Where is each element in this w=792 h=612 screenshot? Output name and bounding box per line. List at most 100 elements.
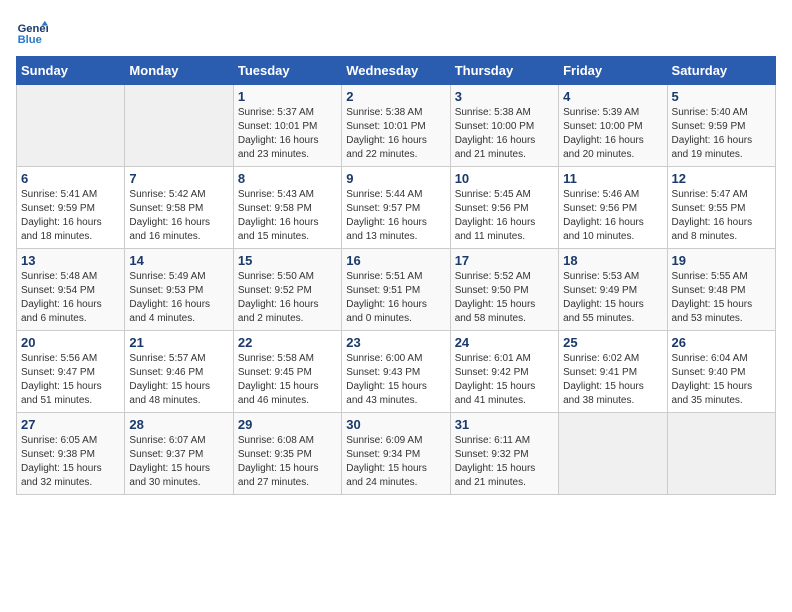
cell-info: Sunrise: 5:40 AM Sunset: 9:59 PM Dayligh…: [672, 106, 771, 162]
calendar-cell: 17Sunrise: 5:52 AM Sunset: 9:50 PM Dayli…: [450, 249, 558, 331]
calendar-cell: 15 Sunrise: 5:50 AM Sunset: 9:52 PM Dayli…: [233, 249, 341, 331]
calendar-cell: 18 Sunrise: 5:53 AM Sunset: 9:49 PM Dayli…: [559, 249, 667, 331]
day-number: 13: [21, 253, 120, 268]
calendar-cell: 1 Sunrise: 5:37 AM Sunset: 10:01 PM Dayli…: [233, 85, 341, 167]
calendar-cell: 19 Sunrise: 5:55 AM Sunset: 9:48 PM Dayli…: [667, 249, 775, 331]
cell-info: Sunrise: 6:09 AM Sunset: 9:34 PM Dayligh…: [346, 434, 445, 490]
calendar-week-1: 1 Sunrise: 5:37 AM Sunset: 10:01 PM Dayli…: [17, 85, 776, 167]
calendar-cell: 9 Sunrise: 5:44 AM Sunset: 9:57 PM Daylig…: [342, 167, 450, 249]
cell-info: Sunrise: 5:38 AM Sunset: 10:01 PM Daylig…: [346, 106, 445, 162]
calendar-week-2: 6 Sunrise: 5:41 AM Sunset: 9:59 PM Daylig…: [17, 167, 776, 249]
day-number: 12: [672, 171, 771, 186]
weekday-header-monday: Monday: [125, 57, 233, 85]
page-header: General Blue: [16, 16, 776, 48]
calendar-cell: 27 Sunrise: 6:05 AM Sunset: 9:38 PM Dayli…: [17, 413, 125, 495]
cell-info: Sunrise: 5:53 AM Sunset: 9:49 PM Dayligh…: [563, 270, 662, 326]
calendar-body: 1 Sunrise: 5:37 AM Sunset: 10:01 PM Dayli…: [17, 85, 776, 495]
cell-info: Sunrise: 5:58 AM Sunset: 9:45 PM Dayligh…: [238, 352, 337, 408]
day-number: 16: [346, 253, 445, 268]
cell-info: Sunrise: 5:42 AM Sunset: 9:58 PM Dayligh…: [129, 188, 228, 244]
calendar-table: SundayMondayTuesdayWednesdayThursdayFrid…: [16, 56, 776, 495]
cell-info: Sunrise: 5:48 AM Sunset: 9:54 PM Dayligh…: [21, 270, 120, 326]
day-number: 25: [563, 335, 662, 350]
day-number: 1: [238, 89, 337, 104]
calendar-cell: 25 Sunrise: 6:02 AM Sunset: 9:41 PM Dayli…: [559, 331, 667, 413]
day-number: 15: [238, 253, 337, 268]
day-number: 18: [563, 253, 662, 268]
calendar-week-5: 27 Sunrise: 6:05 AM Sunset: 9:38 PM Dayli…: [17, 413, 776, 495]
cell-info: Sunrise: 5:46 AM Sunset: 9:56 PM Dayligh…: [563, 188, 662, 244]
day-number: 4: [563, 89, 662, 104]
calendar-cell: 22Sunrise: 5:58 AM Sunset: 9:45 PM Dayli…: [233, 331, 341, 413]
calendar-cell: [667, 413, 775, 495]
calendar-cell: 8 Sunrise: 5:43 AM Sunset: 9:58 PM Daylig…: [233, 167, 341, 249]
cell-info: Sunrise: 6:00 AM Sunset: 9:43 PM Dayligh…: [346, 352, 445, 408]
calendar-cell: 2 Sunrise: 5:38 AM Sunset: 10:01 PM Dayli…: [342, 85, 450, 167]
calendar-cell: 13 Sunrise: 5:48 AM Sunset: 9:54 PM Dayli…: [17, 249, 125, 331]
weekday-header-tuesday: Tuesday: [233, 57, 341, 85]
calendar-cell: 4 Sunrise: 5:39 AM Sunset: 10:00 PM Dayli…: [559, 85, 667, 167]
day-number: 10: [455, 171, 554, 186]
cell-info: Sunrise: 5:51 AM Sunset: 9:51 PM Dayligh…: [346, 270, 445, 326]
day-number: 6: [21, 171, 120, 186]
day-number: 27: [21, 417, 120, 432]
cell-info: Sunrise: 5:56 AM Sunset: 9:47 PM Dayligh…: [21, 352, 120, 408]
calendar-cell: 28 Sunrise: 6:07 AM Sunset: 9:37 PM Dayli…: [125, 413, 233, 495]
weekday-header-wednesday: Wednesday: [342, 57, 450, 85]
day-number: 31: [455, 417, 554, 432]
cell-info: Sunrise: 6:07 AM Sunset: 9:37 PM Dayligh…: [129, 434, 228, 490]
day-number: 21: [129, 335, 228, 350]
cell-info: Sunrise: 6:11 AM Sunset: 9:32 PM Dayligh…: [455, 434, 554, 490]
calendar-cell: 14 Sunrise: 5:49 AM Sunset: 9:53 PM Dayli…: [125, 249, 233, 331]
cell-info: Sunrise: 5:43 AM Sunset: 9:58 PM Dayligh…: [238, 188, 337, 244]
cell-info: Sunrise: 5:41 AM Sunset: 9:59 PM Dayligh…: [21, 188, 120, 244]
day-number: 7: [129, 171, 228, 186]
calendar-cell: 24 Sunrise: 6:01 AM Sunset: 9:42 PM Dayli…: [450, 331, 558, 413]
calendar-cell: 7 Sunrise: 5:42 AM Sunset: 9:58 PM Daylig…: [125, 167, 233, 249]
calendar-cell: 5Sunrise: 5:40 AM Sunset: 9:59 PM Daylig…: [667, 85, 775, 167]
day-number: 28: [129, 417, 228, 432]
cell-info: Sunrise: 5:45 AM Sunset: 9:56 PM Dayligh…: [455, 188, 554, 244]
cell-info: Sunrise: 5:49 AM Sunset: 9:53 PM Dayligh…: [129, 270, 228, 326]
day-number: 3: [455, 89, 554, 104]
cell-info: Sunrise: 5:47 AM Sunset: 9:55 PM Dayligh…: [672, 188, 771, 244]
weekday-header-sunday: Sunday: [17, 57, 125, 85]
cell-info: Sunrise: 5:57 AM Sunset: 9:46 PM Dayligh…: [129, 352, 228, 408]
day-number: 23: [346, 335, 445, 350]
day-number: 8: [238, 171, 337, 186]
day-number: 19: [672, 253, 771, 268]
calendar-cell: [125, 85, 233, 167]
calendar-week-3: 13 Sunrise: 5:48 AM Sunset: 9:54 PM Dayli…: [17, 249, 776, 331]
cell-info: Sunrise: 5:50 AM Sunset: 9:52 PM Dayligh…: [238, 270, 337, 326]
day-number: 24: [455, 335, 554, 350]
cell-info: Sunrise: 6:04 AM Sunset: 9:40 PM Dayligh…: [672, 352, 771, 408]
cell-info: Sunrise: 6:01 AM Sunset: 9:42 PM Dayligh…: [455, 352, 554, 408]
calendar-cell: 6 Sunrise: 5:41 AM Sunset: 9:59 PM Daylig…: [17, 167, 125, 249]
calendar-cell: 10 Sunrise: 5:45 AM Sunset: 9:56 PM Dayli…: [450, 167, 558, 249]
calendar-cell: 11Sunrise: 5:46 AM Sunset: 9:56 PM Dayli…: [559, 167, 667, 249]
cell-info: Sunrise: 6:05 AM Sunset: 9:38 PM Dayligh…: [21, 434, 120, 490]
cell-info: Sunrise: 6:02 AM Sunset: 9:41 PM Dayligh…: [563, 352, 662, 408]
logo-icon: General Blue: [16, 16, 48, 48]
calendar-cell: 20Sunrise: 5:56 AM Sunset: 9:47 PM Dayli…: [17, 331, 125, 413]
calendar-header-row: SundayMondayTuesdayWednesdayThursdayFrid…: [17, 57, 776, 85]
calendar-cell: 29Sunrise: 6:08 AM Sunset: 9:35 PM Dayli…: [233, 413, 341, 495]
weekday-header-friday: Friday: [559, 57, 667, 85]
day-number: 17: [455, 253, 554, 268]
weekday-header-thursday: Thursday: [450, 57, 558, 85]
day-number: 2: [346, 89, 445, 104]
day-number: 9: [346, 171, 445, 186]
day-number: 14: [129, 253, 228, 268]
calendar-cell: 12 Sunrise: 5:47 AM Sunset: 9:55 PM Dayli…: [667, 167, 775, 249]
cell-info: Sunrise: 5:39 AM Sunset: 10:00 PM Daylig…: [563, 106, 662, 162]
cell-info: Sunrise: 5:37 AM Sunset: 10:01 PM Daylig…: [238, 106, 337, 162]
calendar-week-4: 20Sunrise: 5:56 AM Sunset: 9:47 PM Dayli…: [17, 331, 776, 413]
day-number: 26: [672, 335, 771, 350]
cell-info: Sunrise: 5:55 AM Sunset: 9:48 PM Dayligh…: [672, 270, 771, 326]
calendar-cell: [17, 85, 125, 167]
cell-info: Sunrise: 5:38 AM Sunset: 10:00 PM Daylig…: [455, 106, 554, 162]
cell-info: Sunrise: 5:44 AM Sunset: 9:57 PM Dayligh…: [346, 188, 445, 244]
calendar-cell: [559, 413, 667, 495]
cell-info: Sunrise: 6:08 AM Sunset: 9:35 PM Dayligh…: [238, 434, 337, 490]
calendar-cell: 26 Sunrise: 6:04 AM Sunset: 9:40 PM Dayli…: [667, 331, 775, 413]
